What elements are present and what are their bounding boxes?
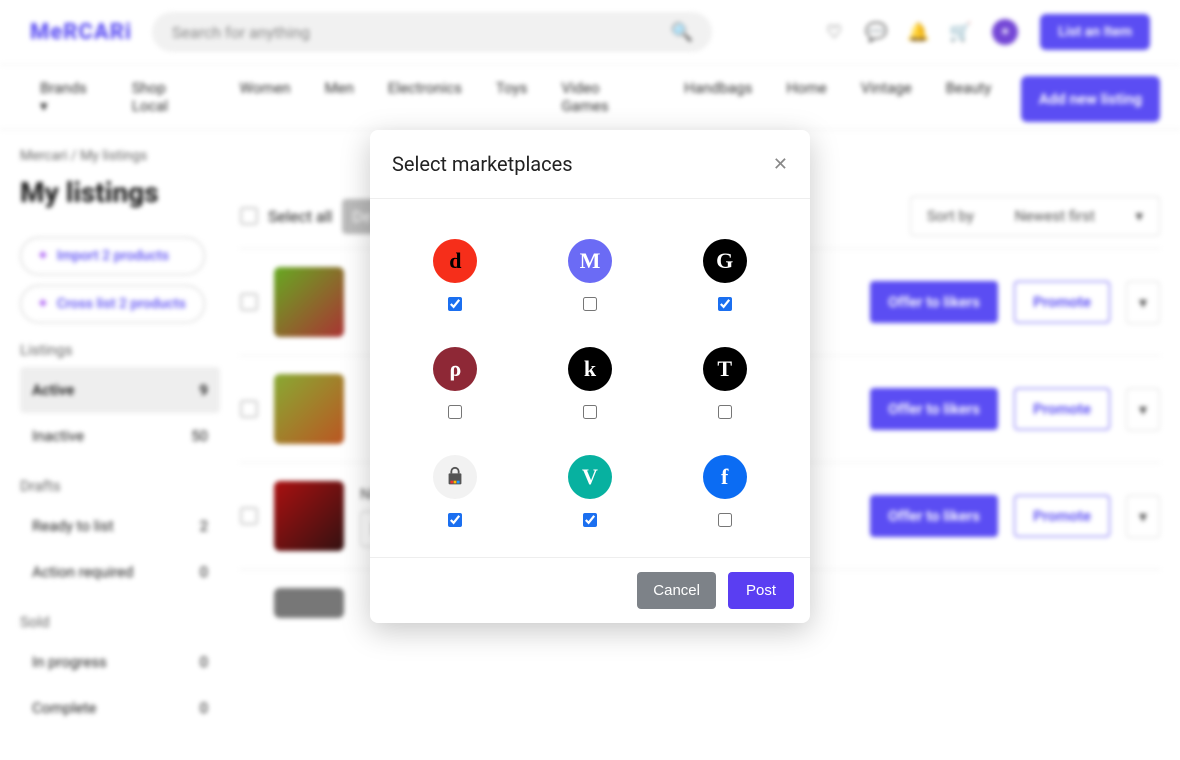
marketplace-depop: d: [398, 239, 513, 311]
marketplace-kidizen-checkbox[interactable]: [583, 405, 597, 419]
select-marketplaces-modal: Select marketplaces ✕ d M G ρ k T V f Ca…: [370, 130, 810, 623]
marketplace-vinted-checkbox[interactable]: [583, 513, 597, 527]
marketplaces-grid: d M G ρ k T V f: [370, 199, 810, 557]
marketplace-grailed-checkbox[interactable]: [718, 297, 732, 311]
marketplace-shopify-checkbox[interactable]: [448, 513, 462, 527]
marketplace-grailed: G: [667, 239, 782, 311]
modal-overlay: Select marketplaces ✕ d M G ρ k T V f Ca…: [0, 0, 1180, 760]
marketplace-facebook: f: [667, 455, 782, 527]
grailed-icon: G: [703, 239, 747, 283]
marketplace-poshmark: ρ: [398, 347, 513, 419]
facebook-icon: f: [703, 455, 747, 499]
marketplace-kidizen: k: [533, 347, 648, 419]
poshmark-icon: ρ: [433, 347, 477, 391]
mercari-icon: M: [568, 239, 612, 283]
marketplace-depop-checkbox[interactable]: [448, 297, 462, 311]
marketplace-tradesy-checkbox[interactable]: [718, 405, 732, 419]
marketplace-shopify: [398, 455, 513, 527]
modal-title: Select marketplaces: [392, 152, 573, 176]
marketplace-vinted: V: [533, 455, 648, 527]
modal-header: Select marketplaces ✕: [370, 130, 810, 199]
marketplace-mercari-checkbox[interactable]: [583, 297, 597, 311]
kidizen-icon: k: [568, 347, 612, 391]
depop-icon: d: [433, 239, 477, 283]
marketplace-facebook-checkbox[interactable]: [718, 513, 732, 527]
close-icon[interactable]: ✕: [773, 154, 788, 175]
marketplace-mercari: M: [533, 239, 648, 311]
marketplace-tradesy: T: [667, 347, 782, 419]
modal-footer: Cancel Post: [370, 557, 810, 623]
tradesy-icon: T: [703, 347, 747, 391]
post-button[interactable]: Post: [728, 572, 794, 609]
cancel-button[interactable]: Cancel: [637, 572, 716, 609]
vinted-icon: V: [568, 455, 612, 499]
marketplace-poshmark-checkbox[interactable]: [448, 405, 462, 419]
shopify-icon: [433, 455, 477, 499]
